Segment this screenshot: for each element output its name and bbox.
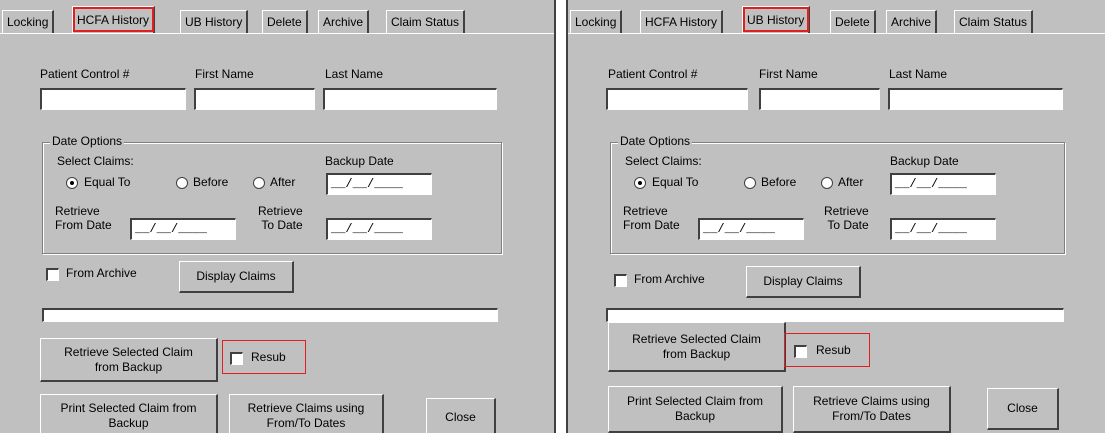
tab-archive[interactable]: Archive <box>886 10 938 33</box>
from-archive-label: From Archive <box>66 266 137 280</box>
tab-archive[interactable]: Archive <box>318 10 370 33</box>
tab-locking[interactable]: Locking <box>570 10 623 33</box>
retrieve-from-date-label: Retrieve From Date <box>55 204 112 232</box>
tab-divider <box>568 33 1105 34</box>
last-name-label: Last Name <box>325 67 384 81</box>
print-selected-claim-button[interactable]: Print Selected Claim from Backup <box>40 394 218 433</box>
tab-hcfa-history[interactable]: HCFA History <box>640 10 724 33</box>
equal-to-radio[interactable] <box>66 177 78 189</box>
before-label: Before <box>761 175 797 189</box>
tab-delete[interactable]: Delete <box>262 10 308 33</box>
retrieve-to-date-input[interactable]: __/__/____ <box>890 218 996 240</box>
progress-bar <box>606 308 1064 322</box>
retrieve-selected-claim-button[interactable]: Retrieve Selected Claim from Backup <box>608 322 786 372</box>
tab-ub-history[interactable]: UB History <box>180 10 249 33</box>
last-name-input[interactable] <box>323 88 497 110</box>
retrieve-selected-claim-button[interactable]: Retrieve Selected Claim from Backup <box>40 338 218 382</box>
after-radio[interactable] <box>821 177 833 189</box>
equal-to-label: Equal To <box>652 175 699 189</box>
before-label: Before <box>193 175 229 189</box>
ub-history-dialog: Locking HCFA History UB History Delete A… <box>566 0 1105 433</box>
display-claims-button[interactable]: Display Claims <box>179 261 294 293</box>
backup-date-input[interactable]: __/__/____ <box>890 173 996 195</box>
retrieve-claims-using-dates-button[interactable]: Retrieve Claims using From/To Dates <box>793 386 951 433</box>
tab-divider <box>0 33 554 34</box>
equal-to-radio[interactable] <box>634 177 646 189</box>
tab-ub-history[interactable]: UB History <box>742 6 811 33</box>
retrieve-to-date-input[interactable]: __/__/____ <box>326 218 432 240</box>
from-archive-checkbox[interactable] <box>46 268 59 281</box>
select-claims-label: Select Claims: <box>625 154 702 168</box>
from-archive-checkbox[interactable] <box>614 274 627 287</box>
patient-control-input[interactable] <box>40 88 186 110</box>
retrieve-to-date-label: Retrieve To Date <box>824 204 869 232</box>
close-button[interactable]: Close <box>426 398 496 433</box>
first-name-input[interactable] <box>759 88 880 110</box>
tab-locking[interactable]: Locking <box>2 10 55 33</box>
last-name-label: Last Name <box>889 67 948 81</box>
before-radio[interactable] <box>744 177 756 189</box>
backup-date-input[interactable]: __/__/____ <box>326 173 432 195</box>
last-name-input[interactable] <box>888 88 1063 110</box>
backup-date-label: Backup Date <box>325 154 394 168</box>
tab-delete[interactable]: Delete <box>830 10 876 33</box>
after-label: After <box>270 175 296 189</box>
retrieve-from-date-label: Retrieve From Date <box>623 204 680 232</box>
date-options-title: Date Options <box>50 134 125 148</box>
tab-claim-status[interactable]: Claim Status <box>954 10 1034 33</box>
patient-control-label: Patient Control # <box>40 67 130 81</box>
first-name-label: First Name <box>759 67 818 81</box>
retrieve-claims-using-dates-button[interactable]: Retrieve Claims using From/To Dates <box>229 394 384 433</box>
resub-label: Resub <box>816 343 851 357</box>
before-radio[interactable] <box>176 177 188 189</box>
first-name-label: First Name <box>195 67 254 81</box>
backup-date-label: Backup Date <box>890 154 959 168</box>
equal-to-label: Equal To <box>84 175 131 189</box>
progress-bar <box>42 308 498 322</box>
resub-label: Resub <box>251 350 286 364</box>
select-claims-label: Select Claims: <box>57 154 134 168</box>
from-archive-label: From Archive <box>634 272 705 286</box>
resub-checkbox[interactable] <box>794 345 807 358</box>
close-button[interactable]: Close <box>987 388 1059 430</box>
patient-control-input[interactable] <box>606 88 748 110</box>
resub-checkbox[interactable] <box>230 352 243 365</box>
patient-control-label: Patient Control # <box>608 67 698 81</box>
retrieve-to-date-label: Retrieve To Date <box>258 204 303 232</box>
date-options-title: Date Options <box>618 134 693 148</box>
hcfa-history-dialog: Locking HCFA History UB History Delete A… <box>0 0 556 433</box>
tab-hcfa-history[interactable]: HCFA History <box>72 6 156 33</box>
first-name-input[interactable] <box>194 88 315 110</box>
display-claims-button[interactable]: Display Claims <box>746 266 861 298</box>
print-selected-claim-button[interactable]: Print Selected Claim from Backup <box>608 386 783 433</box>
tab-claim-status[interactable]: Claim Status <box>386 10 466 33</box>
retrieve-from-date-input[interactable]: __/__/____ <box>698 218 804 240</box>
after-label: After <box>838 175 864 189</box>
retrieve-from-date-input[interactable]: __/__/____ <box>130 218 236 240</box>
after-radio[interactable] <box>253 177 265 189</box>
